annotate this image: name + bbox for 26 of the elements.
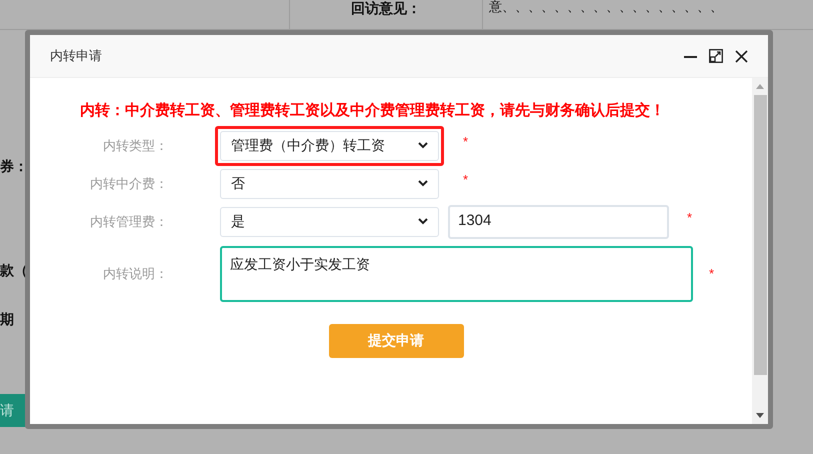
dropdown[interactable]: 是 bbox=[220, 206, 439, 236]
field-label: 内转类型： bbox=[102, 136, 169, 155]
input-field[interactable]: 1304 bbox=[448, 204, 669, 238]
required-mark: * bbox=[463, 134, 468, 148]
field-label: 券： bbox=[0, 157, 28, 176]
close-icon[interactable] bbox=[735, 50, 748, 62]
field-label: 内转中介费： bbox=[89, 174, 169, 193]
field-label: 内转说明： bbox=[102, 264, 169, 283]
dropdown[interactable]: 否 bbox=[220, 168, 439, 198]
scroll-down-arrow-icon[interactable] bbox=[756, 413, 764, 418]
required-mark: * bbox=[463, 172, 468, 186]
field-label: 回访意见： bbox=[351, 0, 421, 18]
chevron-icon bbox=[418, 180, 428, 187]
required-mark: * bbox=[709, 266, 714, 280]
required-mark: * bbox=[687, 210, 692, 224]
dialog-title: 内转申请 bbox=[50, 47, 102, 66]
dropdown[interactable]: 管理费（中介费）转工资 bbox=[220, 130, 439, 160]
scrollbar[interactable] bbox=[752, 78, 768, 424]
chevron-icon bbox=[418, 218, 428, 225]
warning-notice: 内转：中介费转工资、管理费转工资以及中介费管理费转工资，请先与财务确认后提交！ bbox=[79, 101, 666, 121]
chevron-icon bbox=[418, 142, 428, 149]
field-label: 期 bbox=[0, 310, 14, 329]
text-area[interactable]: 应发工资小于实发工资 bbox=[220, 246, 693, 302]
field-label: 内转管理费： bbox=[89, 212, 169, 231]
maximize-icon[interactable] bbox=[709, 49, 723, 63]
field-value: 意、、、、、、、、、、、、、、、、、 bbox=[489, 0, 723, 16]
